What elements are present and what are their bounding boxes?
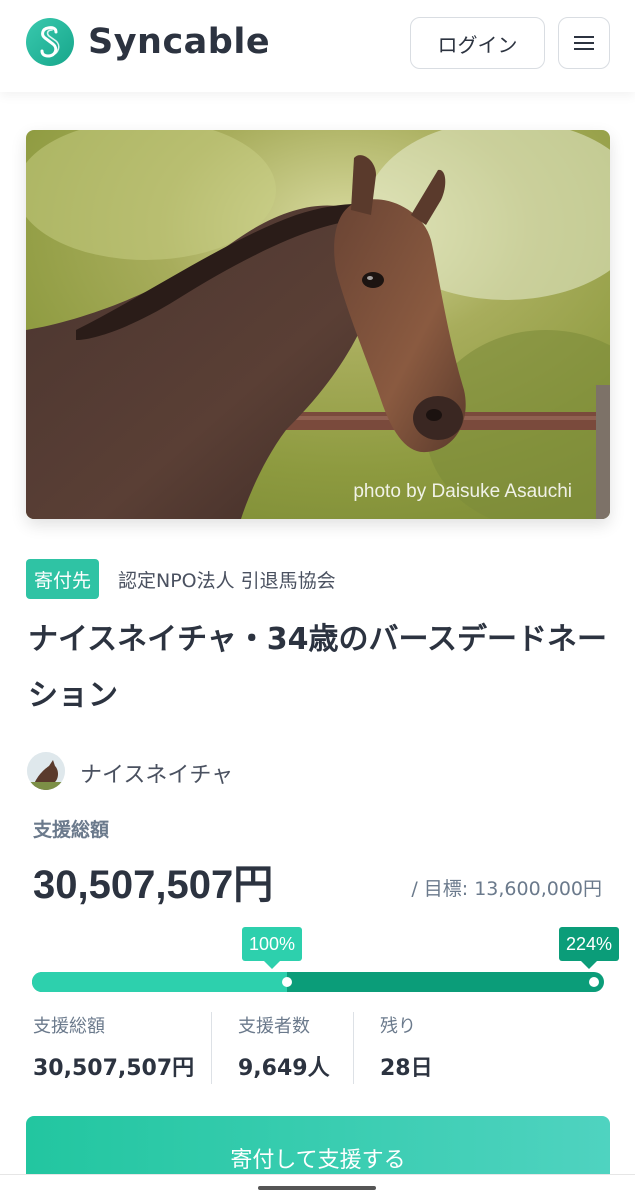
- brand-name: Syncable: [88, 22, 271, 62]
- author-avatar[interactable]: [27, 752, 65, 790]
- hero-image: photo by Daisuke Asauchi: [26, 130, 610, 519]
- menu-button[interactable]: [558, 17, 610, 69]
- progress-fill-goal: [32, 972, 287, 992]
- author-name[interactable]: ナイスネイチャ: [80, 757, 233, 789]
- site-header: Syncable ログイン: [0, 0, 635, 92]
- stat-label: 支援総額: [33, 1016, 105, 1037]
- organization-link[interactable]: 認定NPO法人 引退馬協会: [118, 566, 336, 593]
- stat-total: 支援総額 30,507,507円: [33, 1012, 194, 1084]
- photo-credit: photo by Daisuke Asauchi: [353, 481, 572, 502]
- home-indicator[interactable]: [258, 1186, 376, 1190]
- milestone-100-label: 100%: [242, 927, 303, 969]
- total-amount: 30,507,507円: [33, 863, 274, 907]
- syncable-logo-icon: [26, 18, 74, 66]
- stat-value: 30,507,507円: [33, 1056, 195, 1081]
- milestone-current-label: 224%: [559, 927, 620, 969]
- recipient-badge: 寄付先: [26, 559, 100, 599]
- stat-divider: [211, 1012, 212, 1084]
- stat-supporters: 支援者数 9,649人: [238, 1012, 330, 1084]
- progress-bar: [32, 972, 604, 992]
- system-nav-bar: [0, 1174, 635, 1200]
- stat-divider: [353, 1012, 354, 1084]
- goal-amount: / 目標: 13,600,000円: [411, 878, 602, 900]
- total-label: 支援総額: [33, 819, 110, 841]
- stat-value: 28日: [380, 1056, 433, 1081]
- stats-row: 支援総額 30,507,507円 支援者数 9,649人 残り 28日: [33, 1012, 593, 1084]
- stat-value: 9,649人: [238, 1056, 330, 1081]
- project-title: ナイスネイチャ・34歳のバースデードネーション: [28, 622, 608, 713]
- stat-label: 残り: [380, 1016, 416, 1037]
- progress-goal-dot: [282, 977, 292, 987]
- progress-current-dot: [589, 977, 599, 987]
- hamburger-icon: [574, 36, 594, 50]
- stat-label: 支援者数: [238, 1016, 310, 1037]
- stat-remaining: 残り 28日: [380, 1012, 433, 1084]
- brand-logo[interactable]: Syncable: [26, 18, 270, 66]
- login-button[interactable]: ログイン: [410, 17, 545, 69]
